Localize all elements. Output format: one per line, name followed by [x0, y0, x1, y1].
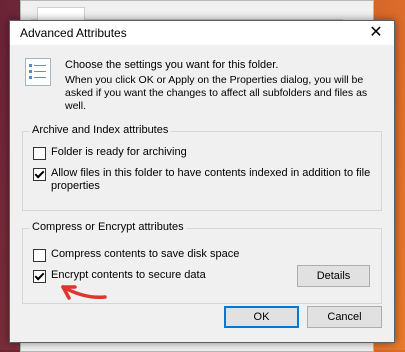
intro-subtext: When you click OK or Apply on the Proper… [65, 74, 368, 112]
compress-contents-label: Compress contents to save disk space [51, 248, 240, 260]
cancel-button[interactable]: Cancel [307, 306, 382, 328]
folder-settings-icon [25, 58, 51, 86]
encrypt-contents-checkbox[interactable] [33, 270, 46, 283]
allow-indexing-checkbox[interactable] [33, 168, 46, 181]
ok-button[interactable]: OK [224, 306, 299, 328]
compress-contents-row[interactable]: Compress contents to save disk space [33, 248, 239, 262]
intro-line: Choose the settings you want for this fo… [65, 59, 279, 71]
compress-contents-checkbox[interactable] [33, 249, 46, 262]
folder-archiving-label: Folder is ready for archiving [51, 146, 187, 158]
details-button[interactable]: Details [297, 265, 370, 287]
close-button[interactable]: ✕ [358, 21, 394, 45]
properties-tab[interactable] [37, 7, 85, 20]
dialog-title: Advanced Attributes [20, 26, 127, 40]
folder-archiving-row[interactable]: Folder is ready for archiving [33, 146, 187, 160]
intro-text: Choose the settings you want for this fo… [65, 58, 385, 115]
folder-archiving-checkbox[interactable] [33, 147, 46, 160]
allow-indexing-row[interactable]: Allow files in this folder to have conte… [33, 167, 371, 193]
allow-indexing-label: Allow files in this folder to have conte… [51, 167, 371, 192]
properties-tab-strip [31, 5, 343, 20]
annotation-arrow-icon [61, 285, 107, 300]
compress-encrypt-legend: Compress or Encrypt attributes [29, 221, 187, 233]
archive-index-group: Archive and Index attributes Folder is r… [22, 124, 382, 211]
advanced-attributes-dialog: Advanced Attributes ✕ Choose the setting… [9, 20, 395, 343]
archive-index-legend: Archive and Index attributes [29, 124, 172, 136]
title-bar: Advanced Attributes ✕ [10, 21, 394, 45]
